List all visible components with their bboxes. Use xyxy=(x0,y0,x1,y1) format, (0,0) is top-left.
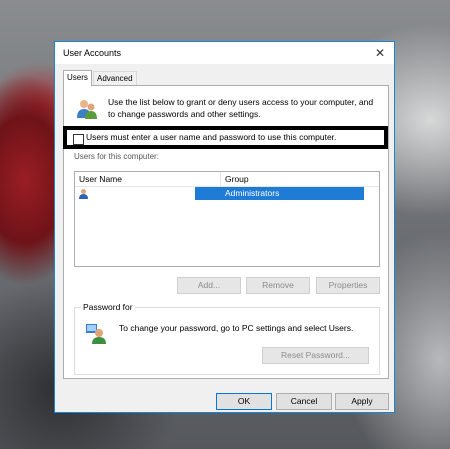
password-user-icon xyxy=(86,324,106,344)
remove-button[interactable]: Remove xyxy=(246,277,310,294)
list-header: User Name Group xyxy=(75,172,379,187)
require-password-checkbox[interactable] xyxy=(73,134,84,145)
user-name-cell xyxy=(91,187,195,200)
apply-button[interactable]: Apply xyxy=(335,393,389,410)
reset-password-button[interactable]: Reset Password... xyxy=(262,347,369,364)
tab-advanced[interactable]: Advanced xyxy=(93,71,137,85)
column-divider xyxy=(220,172,221,186)
group-cell: Administrators xyxy=(225,188,280,198)
column-header-group[interactable]: Group xyxy=(225,174,249,184)
password-instructions: To change your password, go to PC settin… xyxy=(119,323,354,333)
user-accounts-dialog: User Accounts ✕ Users Advanced Use the l… xyxy=(54,41,395,413)
table-row[interactable]: Administrators xyxy=(75,187,365,200)
cancel-button[interactable]: Cancel xyxy=(276,393,332,410)
user-icon xyxy=(79,189,88,199)
password-group: Password for To change your password, go… xyxy=(74,302,380,375)
window-title: User Accounts xyxy=(63,48,122,58)
highlight-box: Users must enter a user name and passwor… xyxy=(63,126,388,149)
description-text: Use the list below to grant or deny user… xyxy=(108,97,374,119)
add-button[interactable]: Add... xyxy=(177,277,241,294)
users-list[interactable]: User Name Group Administrators xyxy=(74,171,380,267)
close-icon[interactable]: ✕ xyxy=(366,42,394,64)
title-bar: User Accounts ✕ xyxy=(55,42,394,64)
ok-button[interactable]: OK xyxy=(216,393,272,410)
users-tab-panel: Use the list below to grant or deny user… xyxy=(63,85,389,379)
require-password-label[interactable]: Users must enter a user name and passwor… xyxy=(86,132,336,142)
users-icon xyxy=(77,100,97,119)
tab-users[interactable]: Users xyxy=(63,70,92,86)
column-header-user-name[interactable]: User Name xyxy=(79,174,122,184)
password-group-title: Password for xyxy=(81,302,135,312)
selection-highlight xyxy=(195,187,364,200)
properties-button[interactable]: Properties xyxy=(316,277,380,294)
users-list-label: Users for this computer: xyxy=(74,152,159,161)
